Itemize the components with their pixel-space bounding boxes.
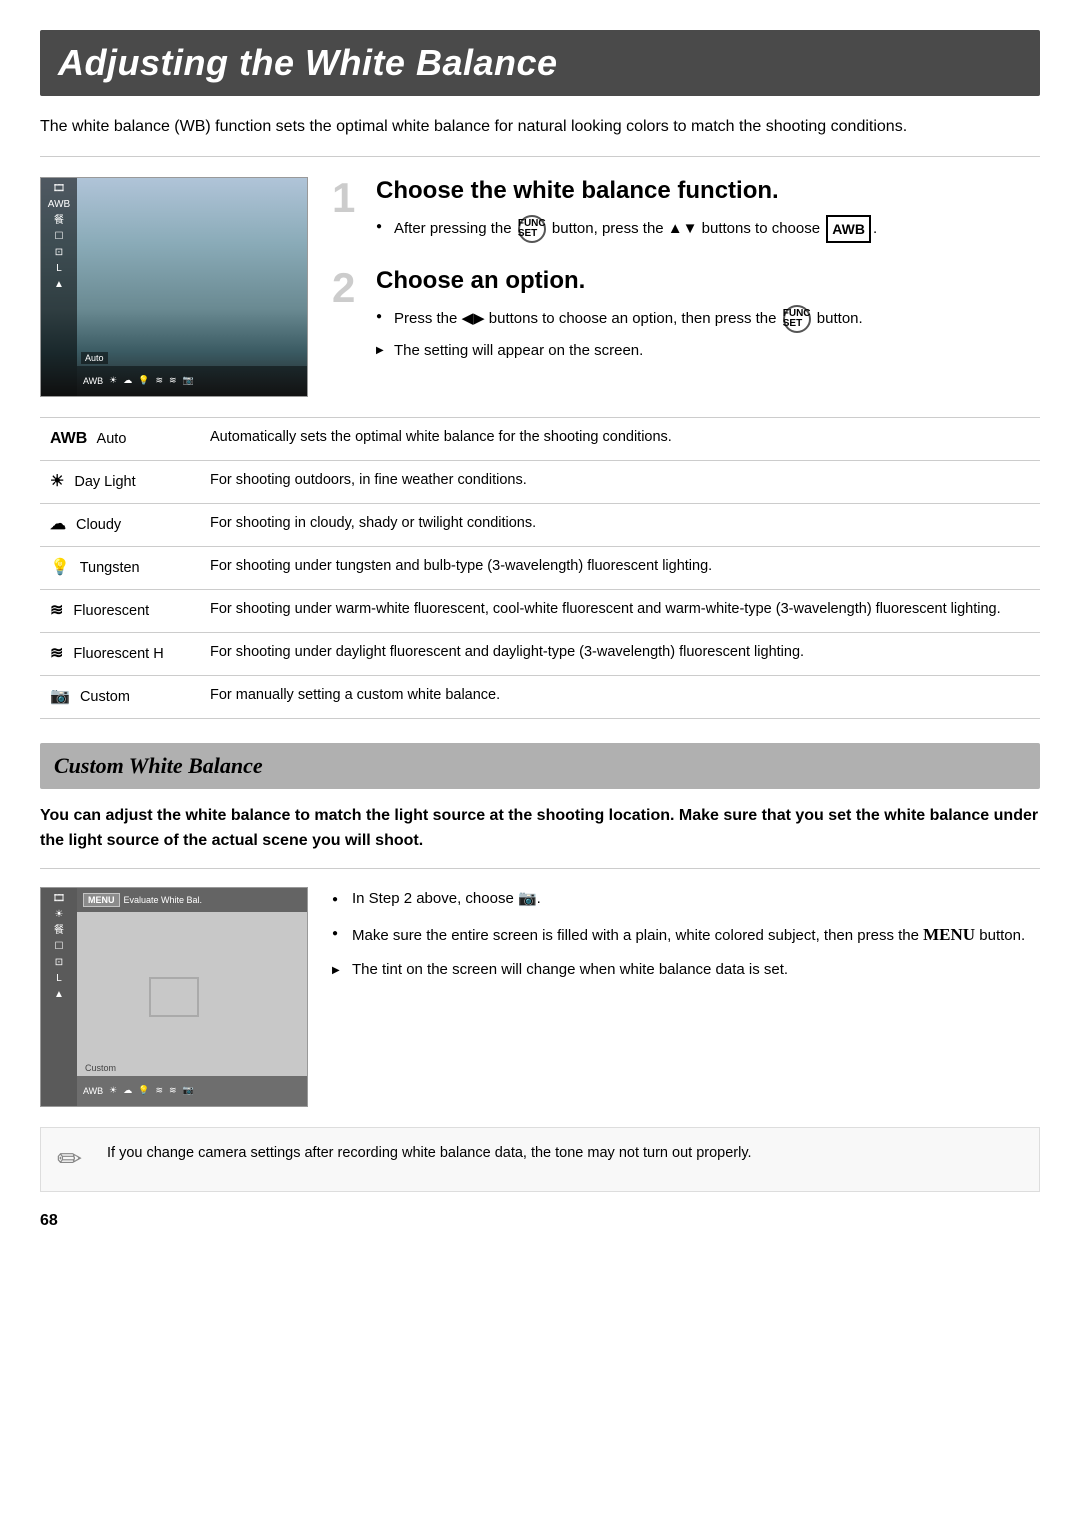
tungsten-icon: 💡: [50, 559, 70, 576]
wb-icon-cell: ≋ Fluorescent: [40, 589, 200, 632]
cam2-sidebar-icon-1: 🎞: [53, 894, 66, 904]
table-row: AWB Auto Automatically sets the optimal …: [40, 417, 1040, 460]
step-1-bullet-1: After pressing the FUNCSET button, press…: [376, 215, 877, 243]
wb-icon-cell: ☀ Day Light: [40, 460, 200, 503]
cam2-bracket: [149, 977, 199, 1017]
table-row: 💡 Tungsten For shooting under tungsten a…: [40, 546, 1040, 589]
custom-icon: 📷: [50, 688, 70, 705]
step-2-bullets: Press the ◀▶ buttons to choose an option…: [376, 305, 863, 363]
step-2-bullet-2: The setting will appear on the screen.: [376, 339, 863, 363]
camera-sidebar-1: 🎞 AWB 餐 ☐ ⊡ L ▲: [41, 178, 77, 396]
step-1-content: Choose the white balance function. After…: [376, 177, 877, 249]
step-1-heading: Choose the white balance function.: [376, 177, 877, 205]
cwb-instruction-2: Make sure the entire screen is filled wi…: [332, 921, 1040, 948]
step-section: 🎞 AWB 餐 ☐ ⊡ L ▲ Auto AWB ☀ ☁ 💡 ≋ ≋ 📷: [40, 177, 1040, 397]
wb-icon-cell: AWB Auto: [40, 417, 200, 460]
step-1: 1 Choose the white balance function. Aft…: [332, 177, 1040, 249]
wb-desc-cell: For manually setting a custom white bala…: [200, 675, 1040, 718]
camera-label-1: Auto: [81, 352, 108, 364]
cam2-sidebar-icon-3: 餐: [54, 926, 64, 936]
cam2-sidebar-icon-6: L: [56, 974, 62, 984]
cwb-body-text: You can adjust the white balance to matc…: [40, 803, 1040, 869]
table-row: ≋ Fluorescent H For shooting under dayli…: [40, 632, 1040, 675]
note-text: If you change camera settings after reco…: [107, 1142, 752, 1165]
camera-preview-2: 🎞 ☀ 餐 ☐ ⊡ L ▲ MENU Evaluate White Bal. C…: [40, 887, 308, 1107]
cam2-bottom-bar: AWB ☀ ☁ 💡 ≋ ≋ 📷: [77, 1076, 307, 1106]
daylight-icon: ☀: [50, 473, 64, 490]
wb-desc-cell: For shooting outdoors, in fine weather c…: [200, 460, 1040, 503]
cam2-sidebar-icon-5: ⊡: [55, 958, 63, 968]
table-row: ≋ Fluorescent For shooting under warm-wh…: [40, 589, 1040, 632]
wb-icon-cell: ☁ Cloudy: [40, 503, 200, 546]
step-2-bullet-1: Press the ◀▶ buttons to choose an option…: [376, 305, 863, 333]
cam2-label: Custom: [81, 1062, 120, 1074]
note-icon: ✏: [57, 1142, 93, 1177]
step-2-content: Choose an option. Press the ◀▶ buttons t…: [376, 267, 863, 369]
camera-preview-2-inner: 🎞 ☀ 餐 ☐ ⊡ L ▲ MENU Evaluate White Bal. C…: [41, 888, 307, 1106]
cam2-sidebar-icon-2: ☀: [55, 910, 64, 920]
custom-inline-icon: 📷: [518, 890, 537, 907]
step-2: 2 Choose an option. Press the ◀▶ buttons…: [332, 267, 1040, 369]
note-box: ✏ If you change camera settings after re…: [40, 1127, 1040, 1192]
wb-desc-cell: For shooting in cloudy, shady or twiligh…: [200, 503, 1040, 546]
cloudy-icon: ☁: [50, 516, 66, 533]
step-1-bullets: After pressing the FUNCSET button, press…: [376, 215, 877, 243]
menu-keyword: MENU: [923, 925, 975, 944]
cam2-sidebar: 🎞 ☀ 餐 ☐ ⊡ L ▲: [41, 888, 77, 1106]
sidebar-icon-1: 🎞: [53, 184, 66, 194]
menu-label: MENU: [83, 893, 120, 907]
steps-container: 1 Choose the white balance function. Aft…: [332, 177, 1040, 397]
title-bar: Adjusting the White Balance: [40, 30, 1040, 96]
cwb-title: Custom White Balance: [54, 753, 263, 779]
wb-table: AWB Auto Automatically sets the optimal …: [40, 417, 1040, 719]
page-title: Adjusting the White Balance: [58, 42, 1022, 84]
intro-text: The white balance (WB) function sets the…: [40, 114, 1040, 157]
cwb-instructions: In Step 2 above, choose 📷. Make sure the…: [332, 887, 1040, 1107]
sidebar-icon-7: ▲: [54, 280, 64, 290]
camera-preview-1: 🎞 AWB 餐 ☐ ⊡ L ▲ Auto AWB ☀ ☁ 💡 ≋ ≋ 📷: [40, 177, 308, 397]
wb-desc-cell: Automatically sets the optimal white bal…: [200, 417, 1040, 460]
fluorescent-icon: ≋: [50, 602, 63, 619]
cam2-sidebar-icon-4: ☐: [55, 942, 64, 952]
wb-icon-cell: 💡 Tungsten: [40, 546, 200, 589]
awb-badge: AWB: [826, 215, 871, 243]
wb-icon-cell: ≋ Fluorescent H: [40, 632, 200, 675]
wb-desc-cell: For shooting under tungsten and bulb-typ…: [200, 546, 1040, 589]
sidebar-icon-3: 餐: [54, 216, 64, 226]
wb-icon-cell: 📷 Custom: [40, 675, 200, 718]
wb-desc-cell: For shooting under daylight fluorescent …: [200, 632, 1040, 675]
sidebar-icon-2: AWB: [48, 200, 70, 210]
sidebar-icon-6: L: [56, 264, 62, 274]
cwb-instruction-list: In Step 2 above, choose 📷. Make sure the…: [332, 887, 1040, 982]
camera-bottom-bar-1: AWB ☀ ☁ 💡 ≋ ≋ 📷: [77, 366, 307, 396]
cwb-instruction-3: The tint on the screen will change when …: [332, 958, 1040, 982]
table-row: ☁ Cloudy For shooting in cloudy, shady o…: [40, 503, 1040, 546]
sidebar-icon-4: ☐: [55, 232, 64, 242]
page-number: 68: [40, 1212, 1040, 1230]
func-btn-1: FUNCSET: [518, 215, 546, 243]
evaluate-label: Evaluate White Bal.: [124, 895, 203, 905]
cwb-section: 🎞 ☀ 餐 ☐ ⊡ L ▲ MENU Evaluate White Bal. C…: [40, 887, 1040, 1107]
table-row: 📷 Custom For manually setting a custom w…: [40, 675, 1040, 718]
cam2-menu-bar: MENU Evaluate White Bal.: [77, 888, 307, 912]
wb-desc-cell: For shooting under warm-white fluorescen…: [200, 589, 1040, 632]
func-btn-2: FUNCSET: [783, 305, 811, 333]
cam2-sidebar-icon-7: ▲: [54, 990, 64, 1000]
fluorescent-h-icon: ≋: [50, 645, 63, 662]
step-2-number: 2: [332, 267, 364, 369]
cwb-instruction-1: In Step 2 above, choose 📷.: [332, 887, 1040, 911]
step-1-number: 1: [332, 177, 364, 249]
cwb-title-bar: Custom White Balance: [40, 743, 1040, 789]
sidebar-icon-5: ⊡: [55, 248, 63, 258]
awb-icon: AWB: [50, 430, 87, 447]
table-row: ☀ Day Light For shooting outdoors, in fi…: [40, 460, 1040, 503]
step-2-heading: Choose an option.: [376, 267, 863, 295]
